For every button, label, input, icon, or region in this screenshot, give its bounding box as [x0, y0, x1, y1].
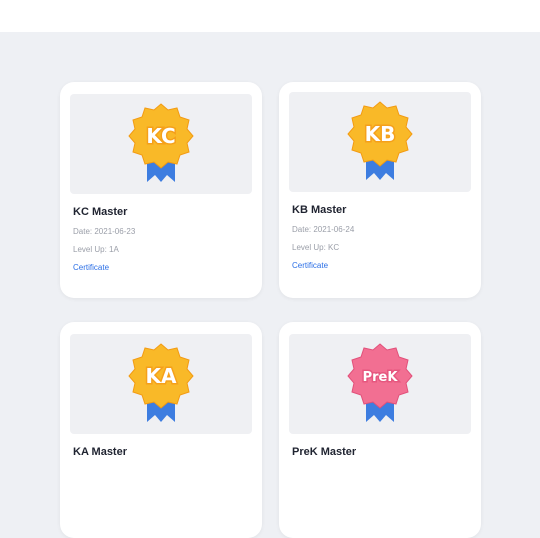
achievement-card-kc[interactable]: KC KC Master Date: 2021-06-23 Level Up: … [60, 82, 262, 298]
achievement-card-kb[interactable]: KB KB Master Date: 2021-06-24 Level Up: … [279, 82, 481, 298]
badge-thumbnail: PreK [289, 334, 471, 434]
card-level-up: Level Up: KC [292, 243, 340, 252]
card-level-up: Level Up: 1A [73, 245, 119, 254]
badge-label: KB [365, 122, 396, 146]
badge-thumbnail: KB [289, 92, 471, 192]
certificate-link[interactable]: Certificate [292, 261, 328, 270]
achievement-badge-icon: PreK [347, 343, 413, 422]
badge-label: KC [146, 124, 175, 148]
badge-thumbnail: KA [70, 334, 252, 434]
card-date: Date: 2021-06-23 [73, 227, 136, 236]
achievement-badge-icon: KC [128, 103, 194, 182]
card-title: KA Master [73, 446, 127, 458]
achievement-card-prek[interactable]: PreK PreK Master [279, 322, 481, 538]
top-bar [0, 0, 540, 32]
card-title: KC Master [73, 206, 128, 218]
badge-label: PreK [363, 370, 399, 385]
card-title: PreK Master [292, 446, 357, 458]
card-date: Date: 2021-06-24 [292, 225, 355, 234]
badge-thumbnail: KC [70, 94, 252, 194]
card-title: KB Master [292, 204, 347, 216]
achievement-card-ka[interactable]: KA KA Master [60, 322, 262, 538]
achievement-badge-icon: KB [347, 101, 413, 180]
achievement-badge-icon: KA [128, 343, 194, 422]
badge-label: KA [146, 364, 177, 388]
certificate-link[interactable]: Certificate [73, 263, 109, 272]
